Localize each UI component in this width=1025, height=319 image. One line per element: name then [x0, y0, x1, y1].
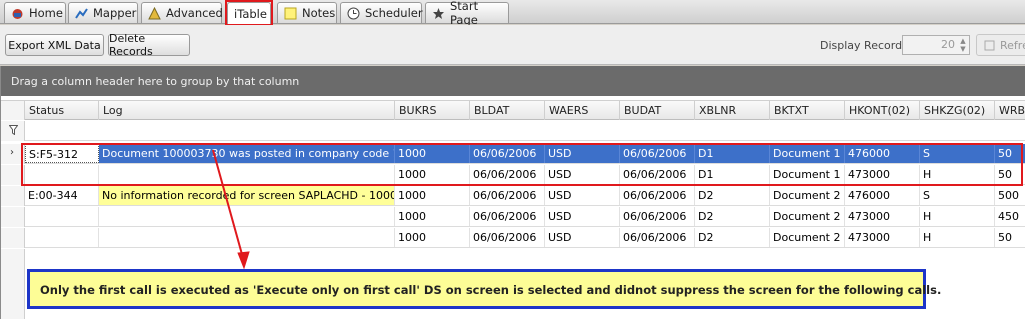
cell-status[interactable]: [25, 207, 99, 226]
cell-bukrs[interactable]: 1000: [395, 207, 470, 226]
cell-shkzg[interactable]: S: [920, 186, 995, 205]
row-indicator: [1, 207, 25, 227]
column-header-bldat[interactable]: BLDAT: [470, 101, 545, 120]
itable-tab-highlight: [225, 0, 273, 26]
refresh-icon: [983, 39, 996, 52]
table-row[interactable]: 1000 06/06/2006 USD 06/06/2006 D2 Docume…: [1, 207, 1025, 227]
tab-advanced[interactable]: Advanced: [141, 2, 223, 23]
cell-xblnr[interactable]: D2: [695, 186, 770, 205]
display-records-input[interactable]: 20 ▲ ▼: [902, 35, 970, 55]
column-header-log[interactable]: Log: [99, 101, 395, 120]
cell-bukrs[interactable]: 1000: [395, 228, 470, 247]
cell-hkont[interactable]: 473000: [845, 207, 920, 226]
delete-records-button[interactable]: Delete Records: [108, 32, 190, 58]
cell-budat[interactable]: 06/06/2006: [620, 228, 695, 247]
cell-waers[interactable]: USD: [545, 207, 620, 226]
tab-label: Scheduler: [365, 6, 423, 20]
group-by-panel[interactable]: Drag a column header here to group by th…: [1, 66, 1025, 96]
annotation-note: Only the first call is executed as 'Exec…: [27, 269, 941, 309]
tab-label: Notes: [302, 6, 336, 20]
spinner-arrows-icon[interactable]: ▲ ▼: [958, 37, 968, 53]
tab-start-page[interactable]: Start Page: [425, 0, 509, 27]
cell-bktxt[interactable]: Document 2: [770, 228, 845, 247]
display-records-value: 20: [941, 38, 955, 51]
column-header-waers[interactable]: WAERS: [545, 101, 620, 120]
column-header-bukrs[interactable]: BUKRS: [395, 101, 470, 120]
filter-row[interactable]: [1, 121, 1025, 141]
cell-wrbt[interactable]: 450: [995, 207, 1025, 226]
tab-label: Home: [29, 6, 63, 20]
filter-icon[interactable]: [8, 125, 19, 138]
cell-log[interactable]: [99, 207, 395, 226]
current-row-chevron-icon: ›: [10, 147, 14, 158]
cell-budat[interactable]: 06/06/2006: [620, 207, 695, 226]
group-by-hint: Drag a column header here to group by th…: [11, 75, 300, 88]
tab-home[interactable]: Home: [4, 2, 66, 23]
cell-bukrs[interactable]: 1000: [395, 186, 470, 205]
column-header-xblnr[interactable]: XBLNR: [695, 101, 770, 120]
row-indicator-empty: [1, 249, 25, 319]
column-header-row: Status Log BUKRS BLDAT WAERS BUDAT XBLNR…: [1, 100, 1025, 120]
cell-wrbt[interactable]: 500: [995, 186, 1025, 205]
tab-label: Mapper: [93, 6, 137, 20]
cell-bldat[interactable]: 06/06/2006: [470, 207, 545, 226]
cell-bktxt[interactable]: Document 2: [770, 207, 845, 226]
row-indicator-header: [1, 101, 25, 120]
column-header-status[interactable]: Status: [25, 101, 99, 120]
cell-shkzg[interactable]: H: [920, 207, 995, 226]
cell-shkzg[interactable]: H: [920, 228, 995, 247]
column-header-bktxt[interactable]: BKTXT: [770, 101, 845, 120]
tab-label: Advanced: [166, 6, 223, 20]
cell-wrbt[interactable]: 50: [995, 228, 1025, 247]
tab-bar: Home Mapper Advanced iTable Notes Schedu…: [0, 0, 1025, 27]
tab-label: Start Page: [450, 0, 479, 27]
column-header-budat[interactable]: BUDAT: [620, 101, 695, 120]
cell-log[interactable]: [99, 228, 395, 247]
cell-waers[interactable]: USD: [545, 186, 620, 205]
cell-status[interactable]: E:00-344: [25, 186, 99, 205]
cell-log[interactable]: No information recorded for screen SAPLA…: [99, 186, 395, 205]
cell-hkont[interactable]: 476000: [845, 186, 920, 205]
cell-xblnr[interactable]: D2: [695, 207, 770, 226]
cell-budat[interactable]: 06/06/2006: [620, 186, 695, 205]
table-row[interactable]: E:00-344 No information recorded for scr…: [1, 186, 1025, 206]
cell-status[interactable]: [25, 228, 99, 247]
refresh-label: Refre: [1000, 38, 1025, 52]
cell-bldat[interactable]: 06/06/2006: [470, 186, 545, 205]
column-header-hkont[interactable]: HKONT(02): [845, 101, 920, 120]
toolbar: Export XML Data Delete Records Display R…: [0, 25, 1025, 65]
column-header-wrbt[interactable]: WRBT: [995, 101, 1025, 120]
table-row[interactable]: 1000 06/06/2006 USD 06/06/2006 D2 Docume…: [1, 228, 1025, 248]
start-page-icon: [432, 7, 445, 20]
filter-indicator: [1, 121, 25, 141]
cell-xblnr[interactable]: D2: [695, 228, 770, 247]
highlighted-rows-box: [21, 143, 1023, 186]
advanced-icon: [148, 6, 161, 20]
cell-hkont[interactable]: 473000: [845, 228, 920, 247]
column-header-shkzg[interactable]: SHKZG(02): [920, 101, 995, 120]
home-icon: [11, 7, 24, 20]
cell-bktxt[interactable]: Document 2: [770, 186, 845, 205]
notes-icon: [284, 7, 297, 20]
tab-mapper[interactable]: Mapper: [68, 2, 138, 23]
tab-scheduler[interactable]: Scheduler: [340, 2, 423, 23]
refresh-button[interactable]: Refre: [976, 34, 1025, 56]
tab-notes[interactable]: Notes: [277, 2, 337, 23]
export-xml-button[interactable]: Export XML Data: [5, 34, 104, 56]
row-indicator: [1, 186, 25, 206]
cell-waers[interactable]: USD: [545, 228, 620, 247]
cell-bldat[interactable]: 06/06/2006: [470, 228, 545, 247]
display-records-label: Display Records: [820, 39, 908, 52]
mapper-icon: [75, 7, 88, 20]
row-indicator: [1, 228, 25, 248]
scheduler-icon: [347, 7, 360, 20]
